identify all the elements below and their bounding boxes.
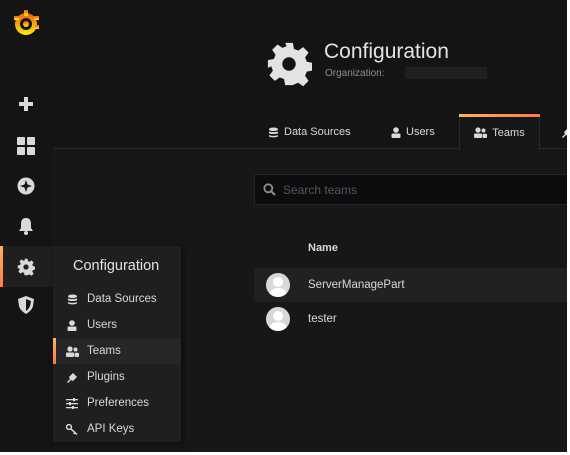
plug-icon xyxy=(65,372,79,383)
organization-name-redacted xyxy=(405,67,487,79)
page-title: Configuration xyxy=(324,40,449,63)
menu-item-teams[interactable]: Teams xyxy=(53,338,181,364)
tab-users[interactable]: Users xyxy=(391,115,435,149)
menu-item-label: Plugins xyxy=(87,371,125,383)
configuration-dropdown: Configuration Data Sources Users Teams P… xyxy=(53,246,181,442)
dropdown-title: Configuration xyxy=(73,258,160,274)
tab-data-sources[interactable]: Data Sources xyxy=(268,115,351,149)
users-icon xyxy=(474,127,488,138)
plug-icon xyxy=(561,127,567,138)
tab-label: Data Sources xyxy=(284,126,351,138)
side-menu xyxy=(0,0,53,452)
user-icon xyxy=(65,319,79,331)
menu-item-label: Teams xyxy=(87,345,121,357)
grafana-logo-icon[interactable] xyxy=(11,8,41,38)
menu-item-api-keys[interactable]: API Keys xyxy=(53,416,181,442)
page-subtitle: Organization: xyxy=(325,68,385,79)
tab-plugins[interactable] xyxy=(561,115,567,149)
tab-teams[interactable]: Teams xyxy=(459,114,540,150)
search-box[interactable] xyxy=(254,174,567,205)
database-icon xyxy=(65,293,79,305)
dashboards-grid-icon[interactable] xyxy=(14,134,38,158)
sliders-icon xyxy=(65,397,79,409)
table-row[interactable]: tester xyxy=(254,302,567,336)
avatar xyxy=(266,273,290,297)
plus-icon[interactable] xyxy=(14,92,38,116)
search-icon xyxy=(263,183,276,196)
shield-icon[interactable] xyxy=(14,293,38,317)
team-name[interactable]: ServerManagePart xyxy=(308,279,405,291)
compass-icon[interactable] xyxy=(14,174,38,198)
menu-item-plugins[interactable]: Plugins xyxy=(53,364,181,390)
menu-item-label: Users xyxy=(87,319,118,331)
menu-item-users[interactable]: Users xyxy=(53,312,181,338)
menu-item-label: Data Sources xyxy=(87,293,157,305)
key-icon xyxy=(65,423,79,435)
menu-item-label: API Keys xyxy=(87,423,135,435)
gear-icon[interactable] xyxy=(14,255,38,279)
nav-active-indicator xyxy=(0,246,3,287)
tab-label: Users xyxy=(406,126,435,138)
app-window: Configuration Organization: Data Sources… xyxy=(0,0,567,452)
team-name[interactable]: tester xyxy=(308,313,337,325)
search-input[interactable] xyxy=(283,182,543,197)
column-header-name: Name xyxy=(308,242,338,254)
bell-icon[interactable] xyxy=(14,214,38,238)
users-icon xyxy=(65,345,79,357)
database-icon xyxy=(268,126,279,138)
menu-item-data-sources[interactable]: Data Sources xyxy=(53,286,181,312)
table-row[interactable]: ServerManagePart xyxy=(254,268,567,302)
menu-item-preferences[interactable]: Preferences xyxy=(53,390,181,416)
menu-item-label: Preferences xyxy=(87,397,150,409)
configuration-gear-icon xyxy=(267,42,312,87)
tab-label: Teams xyxy=(492,126,525,139)
avatar xyxy=(266,307,290,331)
user-icon xyxy=(391,126,401,138)
